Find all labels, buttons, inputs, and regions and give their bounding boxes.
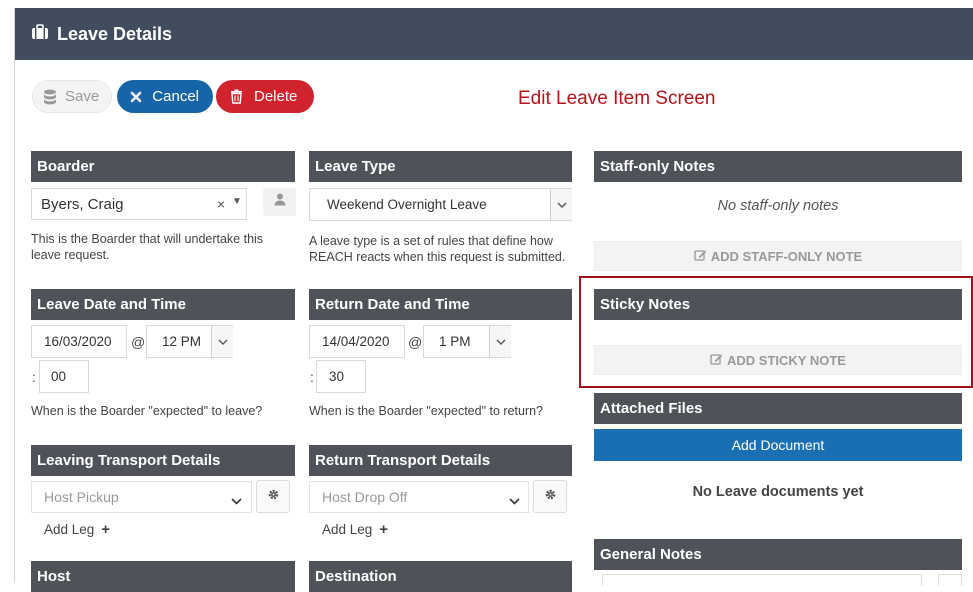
at-label: @ [408,334,423,350]
return-transport-heading: Return Transport Details [309,445,572,476]
leave-hour-value: 12 PM [162,334,202,349]
save-label: Save [65,88,100,105]
edit-icon [710,353,723,368]
return-transport-settings-button[interactable] [533,480,567,513]
screen-annotation: Edit Leave Item Screen [518,88,716,109]
leave-date-heading: Leave Date and Time [31,289,295,320]
colon-label: : [310,369,314,385]
leave-hour-select[interactable]: 12 PM [146,325,233,358]
chevron-down-icon [509,492,520,508]
leaving-transport-settings-button[interactable] [256,480,290,513]
leave-type-heading: Leave Type [309,151,572,182]
return-date-help: When is the Boarder "expected" to return… [309,404,544,418]
briefcase-icon [31,23,49,45]
return-hour-select[interactable]: 1 PM [423,325,511,358]
add-staff-note-label: ADD STAFF-ONLY NOTE [710,248,863,264]
add-document-button[interactable]: Add Document [594,429,962,461]
leaving-transport-value: Host Pickup [44,489,119,505]
leave-date-value: 16/03/2020 [44,334,112,349]
general-notes-button[interactable] [938,574,962,586]
database-icon [43,87,57,107]
leave-minute-value: 00 [51,369,67,384]
chevron-down-icon [550,189,572,220]
return-add-leg-link[interactable]: Add Leg + [322,521,388,538]
chevron-down-icon [231,492,242,508]
boarder-heading: Boarder [31,151,295,182]
user-icon [274,193,286,211]
cancel-button[interactable]: Cancel [117,80,213,113]
boarder-help: This is the Boarder that will undertake … [31,232,264,262]
sticky-notes-heading: Sticky Notes [594,289,962,320]
general-notes-input[interactable] [602,574,922,586]
leave-details-panel: Leave Details Save Cancel Delete Edit Le… [14,8,973,592]
leaving-add-leg-link[interactable]: Add Leg + [44,521,110,538]
plus-icon: + [101,521,111,538]
plus-icon: + [379,521,389,538]
trash-icon [226,87,246,107]
return-transport-value: Host Drop Off [322,489,408,505]
page-title: Leave Details [57,23,173,44]
return-date-heading: Return Date and Time [309,289,572,320]
gear-icon [267,488,280,506]
save-button[interactable]: Save [32,80,112,113]
boarder-value: Byers, Craig [41,195,124,213]
return-transport-select[interactable]: Host Drop Off [309,481,529,513]
chevron-down-icon [211,326,233,357]
attached-files-empty: No Leave documents yet [692,484,864,500]
staff-notes-heading: Staff-only Notes [594,151,962,182]
leave-date-input[interactable]: 16/03/2020 [31,325,127,358]
chevron-down-icon [489,326,511,357]
delete-button[interactable]: Delete [216,80,314,113]
add-sticky-note-label: ADD STICKY NOTE [727,352,846,368]
return-add-leg-label: Add Leg [322,522,373,537]
leaving-transport-heading: Leaving Transport Details [31,445,295,476]
boarder-select[interactable]: Byers, Craig × ▼ [31,188,247,220]
host-heading: Host [31,561,295,592]
colon-label: : [32,369,36,385]
leave-type-value: Weekend Overnight Leave [327,197,487,212]
caret-down-icon: ▼ [232,196,242,207]
leaving-add-leg-label: Add Leg [44,522,95,537]
return-date-value: 14/04/2020 [322,334,390,349]
add-sticky-note-button[interactable]: ADD STICKY NOTE [594,345,962,375]
leaving-transport-select[interactable]: Host Pickup [31,481,252,513]
leave-minute-input[interactable]: 00 [39,360,89,393]
cancel-label: Cancel [152,88,199,105]
delete-label: Delete [254,88,298,105]
boarder-profile-button[interactable] [263,188,296,216]
attached-files-heading: Attached Files [594,393,962,424]
edit-icon [694,249,707,264]
close-icon [127,87,144,107]
general-notes-heading: General Notes [594,539,962,570]
panel-header: Leave Details [15,8,973,60]
return-minute-value: 30 [329,369,345,384]
staff-notes-empty: No staff-only notes [717,198,839,214]
destination-heading: Destination [309,561,572,592]
return-minute-input[interactable]: 30 [316,360,366,393]
gear-icon [544,488,557,506]
leave-date-help: When is the Boarder "expected" to leave? [31,404,263,418]
add-staff-note-button[interactable]: ADD STAFF-ONLY NOTE [594,241,962,271]
leave-type-help: A leave type is a set of rules that defi… [309,234,566,264]
return-date-input[interactable]: 14/04/2020 [309,325,405,358]
leave-type-select[interactable]: Weekend Overnight Leave [309,188,572,221]
return-hour-value: 1 PM [439,334,471,349]
at-label: @ [131,334,146,350]
clear-icon[interactable]: × [217,196,225,212]
